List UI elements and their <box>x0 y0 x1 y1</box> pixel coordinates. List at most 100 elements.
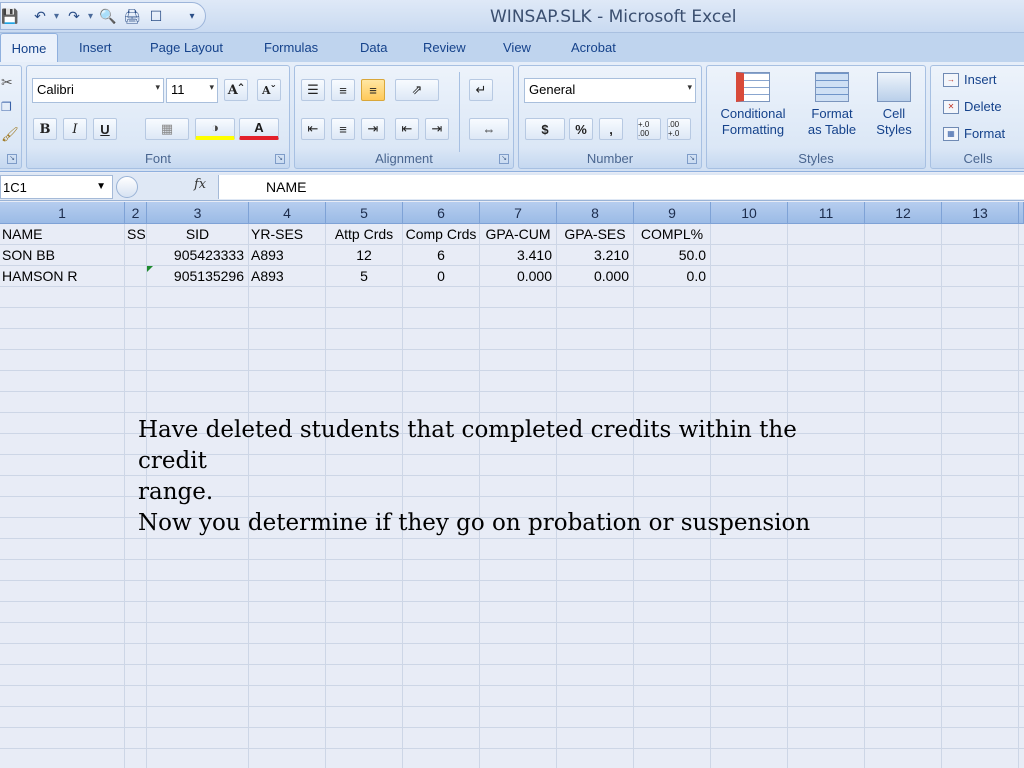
formula-input[interactable]: NAME <box>218 175 1024 199</box>
comma-button[interactable]: , <box>599 118 623 140</box>
column-header[interactable]: 12 <box>865 202 942 224</box>
undo-dropdown-icon[interactable]: ▾ <box>54 11 60 22</box>
cell-gpa-ses[interactable]: 0.000 <box>557 266 633 287</box>
cell-compl-pct[interactable]: 50.0 <box>634 245 710 266</box>
bold-button[interactable]: B <box>33 118 57 140</box>
print-icon[interactable]: 🖨 <box>122 6 142 26</box>
save-icon[interactable]: 💾 <box>0 6 20 26</box>
fill-color-button[interactable]: ◑ <box>195 118 235 140</box>
cell-attp-crds[interactable]: 12 <box>326 245 402 266</box>
column-header[interactable]: 9 <box>634 202 711 224</box>
tab-data[interactable]: Data <box>360 40 387 55</box>
shrink-font-button[interactable]: Aˇ <box>257 79 281 101</box>
tab-formulas[interactable]: Formulas <box>264 40 318 55</box>
tab-acrobat[interactable]: Acrobat <box>571 40 616 55</box>
italic-button[interactable]: I <box>63 118 87 140</box>
cell-name[interactable]: SON BB <box>0 245 124 266</box>
redo-icon[interactable]: ↷ <box>64 6 84 26</box>
align-bottom-button[interactable]: ≡ <box>361 79 385 101</box>
tab-view[interactable]: View <box>503 40 531 55</box>
tab-review[interactable]: Review <box>423 40 466 55</box>
tab-home[interactable]: Home <box>0 33 58 63</box>
merge-center-button[interactable]: ⇔ <box>469 118 509 140</box>
cell-styles-button[interactable]: Cell Styles <box>867 72 921 138</box>
align-center-button[interactable]: ≡ <box>331 118 355 140</box>
underline-button[interactable]: U <box>93 118 117 140</box>
column-header[interactable]: 10 <box>711 202 788 224</box>
increase-decimal-button[interactable]: +.0 .00 <box>637 118 661 140</box>
column-header[interactable]: 5 <box>326 202 403 224</box>
cell-sid[interactable]: 905135296 <box>147 266 248 287</box>
copy-icon[interactable]: ❐ <box>1 100 12 114</box>
cell-sid[interactable]: 905423333 <box>147 245 248 266</box>
column-header[interactable]: 8 <box>557 202 634 224</box>
font-launcher-icon[interactable]: ↘ <box>275 154 285 164</box>
column-header[interactable]: 3 <box>147 202 249 224</box>
font-size-select[interactable]: 11 ▾ <box>166 78 218 103</box>
delete-cells-button[interactable]: ✕ Delete <box>943 99 1002 114</box>
name-box[interactable]: 1C1 ▼ <box>0 175 113 199</box>
format-painter-icon[interactable]: 🖌 <box>1 126 19 143</box>
cell-header-ssi[interactable]: SSI <box>125 224 146 245</box>
alignment-launcher-icon[interactable]: ↘ <box>499 154 509 164</box>
cell-gpa-cum[interactable]: 0.000 <box>480 266 556 287</box>
column-header[interactable]: 7 <box>480 202 557 224</box>
customize-toolbar-icon[interactable]: ▾ <box>182 6 202 26</box>
column-header[interactable]: 11 <box>788 202 865 224</box>
decrease-decimal-button[interactable]: .00 +.0 <box>667 118 691 140</box>
cell-header-compl-pct[interactable]: COMPL% <box>634 224 710 245</box>
undo-icon[interactable]: ↶ <box>30 6 50 26</box>
clipboard-launcher-icon[interactable]: ↘ <box>7 154 17 164</box>
insert-function-icon[interactable]: fx <box>194 177 206 192</box>
column-header[interactable]: 2 <box>125 202 147 224</box>
currency-button[interactable]: $ <box>525 118 565 140</box>
cell-yr-ses[interactable]: A893 <box>249 245 325 266</box>
percent-button[interactable]: % <box>569 118 593 140</box>
decrease-indent-button[interactable]: ⇤ <box>395 118 419 140</box>
format-as-table-button[interactable]: Format as Table <box>797 72 867 138</box>
font-color-button[interactable]: A <box>239 118 279 140</box>
number-launcher-icon[interactable]: ↘ <box>687 154 697 164</box>
column-header[interactable]: 6 <box>403 202 480 224</box>
cell-comp-crds[interactable]: 6 <box>403 245 479 266</box>
column-header-partial[interactable] <box>1019 202 1024 224</box>
column-header[interactable]: 1 <box>0 202 125 224</box>
conditional-formatting-button[interactable]: Conditional Formatting <box>713 72 793 138</box>
format-cells-button[interactable]: ▦ Format <box>943 126 1005 141</box>
borders-button[interactable]: ▦ <box>145 118 189 140</box>
wrap-text-button[interactable]: ↵ <box>469 79 493 101</box>
chevron-down-icon[interactable]: ▼ <box>96 181 106 192</box>
align-middle-button[interactable]: ≡ <box>331 79 355 101</box>
new-document-icon[interactable]: ☐ <box>146 6 166 26</box>
tab-page-layout[interactable]: Page Layout <box>150 40 223 55</box>
align-top-button[interactable]: ☰ <box>301 79 325 101</box>
font-name-select[interactable]: Calibri ▾ <box>32 78 164 103</box>
tab-insert[interactable]: Insert <box>79 40 112 55</box>
increase-indent-button[interactable]: ⇥ <box>425 118 449 140</box>
column-header[interactable]: 13 <box>942 202 1019 224</box>
number-format-select[interactable]: General ▾ <box>524 78 696 103</box>
insert-cells-button[interactable]: → Insert <box>943 72 997 87</box>
cell-header-attp-crds[interactable]: Attp Crds <box>326 224 402 245</box>
name-box-resize-handle[interactable] <box>116 176 138 198</box>
cut-icon[interactable]: ✂ <box>1 74 13 91</box>
align-right-button[interactable]: ⇥ <box>361 118 385 140</box>
cell-name[interactable]: HAMSON R <box>0 266 124 287</box>
cell-header-comp-crds[interactable]: Comp Crds <box>403 224 479 245</box>
align-left-button[interactable]: ⇤ <box>301 118 325 140</box>
cell-yr-ses[interactable]: A893 <box>249 266 325 287</box>
print-preview-icon[interactable]: 🔍 <box>98 6 118 26</box>
cell-header-sid[interactable]: SID <box>147 224 248 245</box>
cell-gpa-cum[interactable]: 3.410 <box>480 245 556 266</box>
redo-dropdown-icon[interactable]: ▾ <box>88 11 94 22</box>
cell-compl-pct[interactable]: 0.0 <box>634 266 710 287</box>
column-header[interactable]: 4 <box>249 202 326 224</box>
cell-header-name[interactable]: NAME <box>0 224 124 245</box>
cell-comp-crds[interactable]: 0 <box>403 266 479 287</box>
orientation-button[interactable]: ⇗ <box>395 79 439 101</box>
cell-header-gpa-ses[interactable]: GPA-SES <box>557 224 633 245</box>
cell-header-yr-ses[interactable]: YR-SES <box>249 224 325 245</box>
grow-font-button[interactable]: Aˆ <box>224 79 248 101</box>
cell-header-gpa-cum[interactable]: GPA-CUM <box>480 224 556 245</box>
cell-attp-crds[interactable]: 5 <box>326 266 402 287</box>
